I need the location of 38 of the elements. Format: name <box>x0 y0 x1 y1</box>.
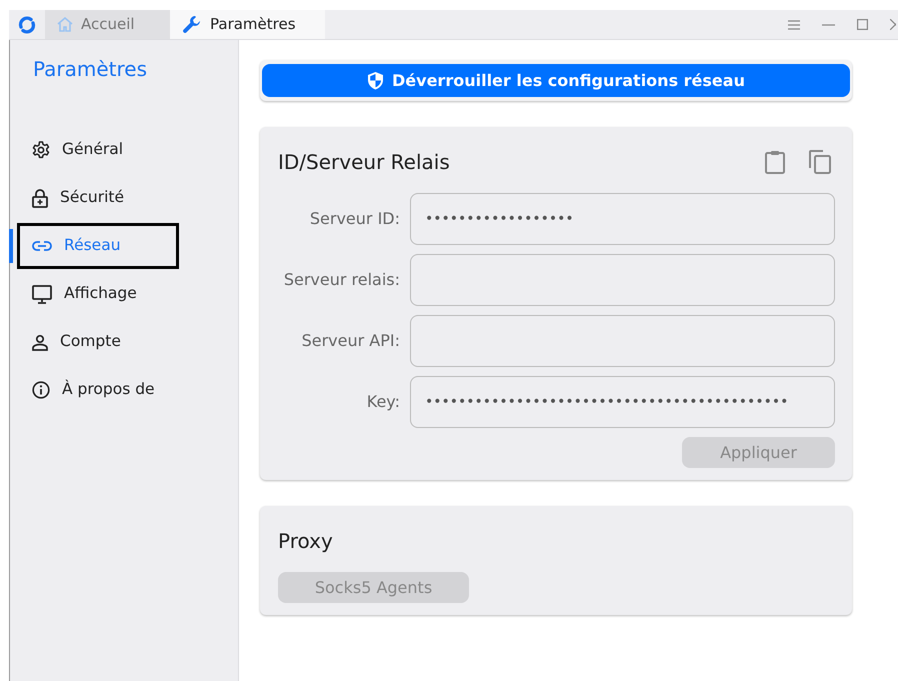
home-icon <box>57 17 73 32</box>
link-icon <box>32 241 52 251</box>
card-title: ID/Serveur Relais <box>278 149 450 176</box>
close-icon[interactable] <box>890 19 896 30</box>
input-field[interactable]: •••••••••••••••••• <box>410 193 835 245</box>
lock-icon <box>32 188 48 208</box>
minimize-icon[interactable] <box>822 24 835 26</box>
field-label: Serveur API: <box>300 330 401 352</box>
sidebar-item[interactable]: Compte <box>17 319 179 365</box>
sidebar-item[interactable]: Sécurité <box>17 175 179 221</box>
sidebar-item[interactable]: À propos de <box>17 367 179 413</box>
maximize-icon[interactable] <box>857 19 868 30</box>
field-label: Serveur relais: <box>282 269 401 291</box>
info-icon <box>32 381 50 399</box>
tab[interactable]: Accueil <box>45 10 170 39</box>
monitor-icon <box>32 284 52 304</box>
tab-label[interactable]: Paramètres <box>210 13 296 36</box>
sidebar-item[interactable]: Réseau <box>17 223 179 269</box>
sidebar-item[interactable]: Affichage <box>17 271 179 317</box>
copy-icon[interactable] <box>809 150 831 174</box>
input-field[interactable]: •••••••••••••••••••••••••••••••••••••••••••• <box>410 376 835 428</box>
tab[interactable]: Paramètres <box>170 10 325 39</box>
clipboard-icon[interactable] <box>765 150 785 174</box>
wrench-icon <box>182 14 202 34</box>
settings-icon <box>32 141 50 159</box>
field-label: Key: <box>366 391 401 413</box>
card-title: Proxy <box>278 528 334 555</box>
shield-icon <box>367 71 384 90</box>
menu-icon[interactable] <box>788 20 800 30</box>
person-icon <box>32 334 48 350</box>
input-field[interactable] <box>410 254 835 306</box>
field-label: Serveur ID: <box>308 208 401 230</box>
sidebar-item[interactable]: Général <box>17 127 179 173</box>
sidebar-title: Paramètres <box>32 56 148 83</box>
unlock-button[interactable]: Déverrouiller les configurations réseau <box>262 64 850 97</box>
tab-label[interactable]: Accueil <box>81 13 135 36</box>
input-field[interactable] <box>410 315 835 367</box>
app-logo-icon <box>18 16 36 34</box>
